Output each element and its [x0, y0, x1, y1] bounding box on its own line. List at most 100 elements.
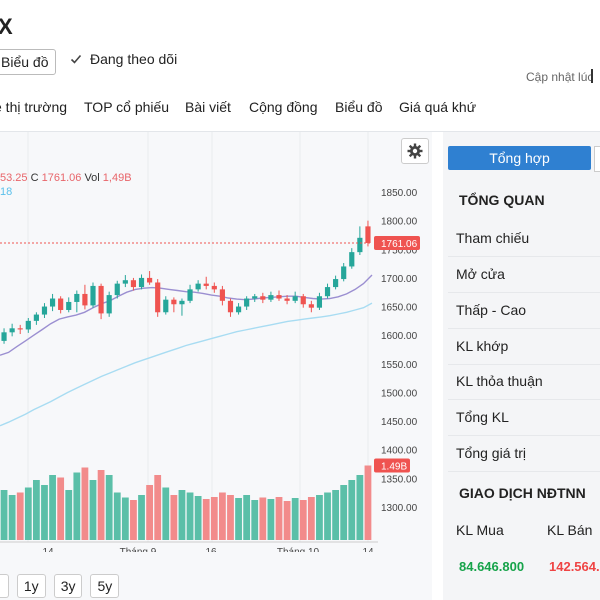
volume-bar [227, 495, 234, 540]
row-reference: Tham chiếu [448, 221, 600, 257]
volume-bar [178, 490, 186, 540]
volume-bar [24, 487, 32, 540]
volume-bar [130, 500, 137, 540]
candle-body [276, 295, 282, 299]
chart-settings-button[interactable] [401, 138, 429, 164]
volume-bar [0, 490, 8, 540]
candle-body [147, 277, 153, 283]
candle-body [300, 296, 306, 305]
volume-bar [81, 467, 89, 540]
row-negotiated-volume: KL thỏa thuận [448, 364, 600, 400]
sell-value: 142.564. [549, 559, 600, 574]
candle-body [211, 285, 217, 290]
candle-body [268, 295, 274, 300]
range-blank[interactable] [0, 574, 9, 598]
nav-item-top-stocks[interactable]: TOP cổ phiếu [84, 99, 169, 115]
volume-bar [283, 501, 291, 540]
volume-bar [299, 500, 307, 540]
row-total-value: Tổng giá trị [448, 436, 600, 472]
candle-body [349, 252, 355, 267]
volume-bar [73, 472, 81, 540]
candle-body [17, 328, 23, 330]
volume-bar [243, 495, 251, 540]
candle-body [252, 296, 258, 299]
nav-item-history[interactable]: Giá quá khứ [399, 99, 476, 115]
candle-body [308, 304, 314, 308]
volume-bar [356, 475, 364, 540]
price-tick-label: 1800.00 [381, 217, 418, 228]
ohlc-prefix: 53.25 [0, 172, 28, 184]
ma-fast-line [0, 274, 373, 356]
nav-item-articles[interactable]: Bài viết [185, 99, 231, 115]
candle-body [292, 296, 298, 301]
vol-value: 1,49B [102, 172, 132, 184]
candle-body [219, 289, 225, 301]
follow-button[interactable]: Đang theo dõi [70, 51, 177, 67]
updated-label: Cập nhật lúc [526, 70, 594, 84]
candle-body [82, 293, 88, 306]
candle-body [9, 328, 15, 333]
tab-next[interactable] [594, 146, 600, 172]
buy-label: KL Mua [456, 522, 504, 538]
candle-body [114, 283, 120, 296]
volume-bar [364, 465, 372, 540]
volume-bar [105, 475, 113, 540]
price-tick-label: 1550.00 [381, 360, 418, 371]
candle-body [244, 298, 250, 307]
candle-body [203, 283, 209, 286]
candle-body [163, 299, 169, 313]
candle-body [260, 296, 266, 300]
volume-bar [138, 495, 145, 540]
sell-label: KL Bán [547, 522, 593, 538]
check-icon [70, 54, 82, 64]
price-tick-label: 1700.00 [381, 274, 418, 285]
index-title: X [0, 14, 13, 39]
time-tick-label: 14 [362, 547, 374, 552]
tab-summary[interactable]: Tổng hợp [448, 146, 591, 170]
candle-body [324, 287, 331, 297]
candle-body [66, 301, 72, 310]
row-low-high: Thấp - Cao [448, 293, 600, 329]
candle-body [155, 282, 161, 313]
volume-bar [121, 497, 129, 540]
candle-body [235, 306, 242, 313]
time-tick-label: Tháng 9 [120, 547, 157, 552]
time-tick-label: 14 [42, 547, 54, 552]
candlestick-chart[interactable]: 1850.001800.001750.001700.001650.001600.… [0, 132, 432, 552]
volume-bar [275, 497, 283, 540]
candle-body [58, 298, 64, 310]
range-selector: 1y 3y 5y [0, 574, 120, 598]
volume-bar [113, 492, 121, 540]
volume-bar [291, 498, 299, 540]
price-tick-label: 1350.00 [381, 474, 418, 485]
candle-body [25, 320, 31, 330]
volume-bar [251, 500, 259, 540]
candle-body [227, 300, 234, 313]
price-tick-label: 1850.00 [381, 188, 418, 199]
nav-item-chart[interactable]: Biểu đồ [335, 99, 382, 115]
volume-bar [97, 470, 105, 540]
candle-body [171, 299, 177, 305]
time-tick-label: Tháng 10 [277, 547, 320, 552]
volume-bar [202, 499, 210, 540]
volume-bar [324, 492, 331, 540]
range-5y[interactable]: 5y [90, 574, 120, 598]
range-3y[interactable]: 3y [53, 574, 83, 598]
volume-bar [186, 492, 194, 540]
volume-bar [8, 495, 16, 540]
overview-title: TỔNG QUAN [459, 192, 545, 208]
range-1y[interactable]: 1y [16, 574, 46, 598]
volume-bar [267, 499, 275, 540]
nav-item-market[interactable]: e thị trường [0, 99, 67, 115]
candle-body [284, 298, 290, 301]
nav-item-community[interactable]: Cộng đồng [249, 99, 318, 115]
row-total-volume: Tổng KL [448, 400, 600, 436]
gear-icon [407, 143, 423, 159]
candle-body [1, 332, 7, 341]
candle-body [98, 285, 104, 314]
candle-body [138, 277, 145, 288]
candle-body [316, 296, 323, 308]
chart-button[interactable]: Biểu đồ [0, 49, 57, 75]
row-open: Mở cửa [448, 257, 600, 293]
volume-bar [154, 475, 162, 540]
